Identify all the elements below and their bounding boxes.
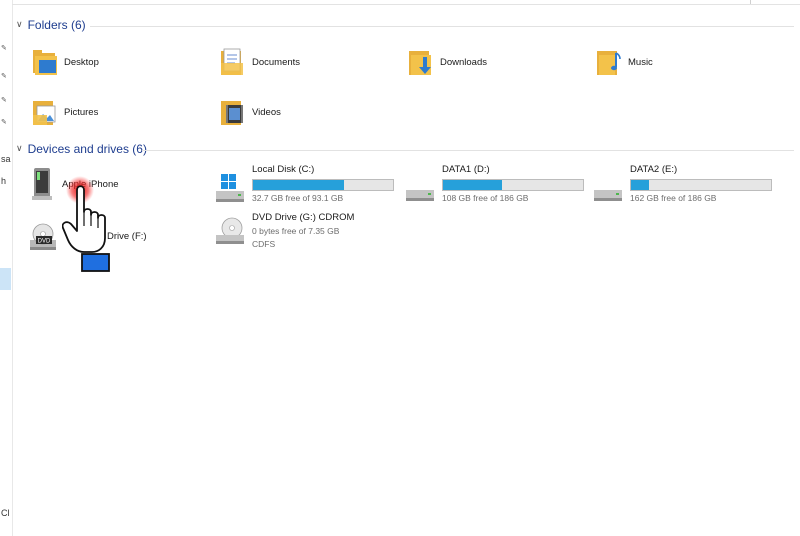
sidebar-fragment[interactable]: h — [1, 176, 6, 186]
sidebar-fragment[interactable]: sa — [1, 154, 11, 164]
drive-usage-fill — [443, 180, 502, 190]
pin-icon[interactable]: ✎ — [1, 118, 7, 126]
dvd-drive-icon: DVD — [30, 223, 56, 250]
drive-name: DATA1 (D:) — [442, 164, 490, 175]
folders-group-title: Folders (6) — [27, 18, 86, 32]
drive-free-space: 32.7 GB free of 93.1 GB — [252, 193, 344, 203]
devices-group-title: Devices and drives (6) — [27, 142, 147, 156]
desktop-folder-icon — [33, 50, 57, 75]
drive-info: DVD Drive (G:) CDROM 0 bytes free of 7.3… — [252, 212, 354, 250]
drive-data1-d[interactable]: DATA1 (D:) 108 GB free of 186 GB — [404, 164, 584, 204]
pictures-folder-icon — [33, 101, 56, 125]
drive-filesystem: CDFS — [252, 239, 276, 249]
drive-usage-bar — [252, 179, 394, 191]
iphone-device-icon — [32, 168, 52, 200]
drive-name: Local Disk (C:) — [252, 164, 315, 175]
folder-label: Music — [628, 56, 653, 68]
drive-free-space: 108 GB free of 186 GB — [442, 193, 529, 203]
pin-icon[interactable]: ✎ — [1, 96, 7, 104]
devices-group-header[interactable]: ∨ Devices and drives (6) — [16, 140, 147, 158]
sidebar-fragment[interactable]: Cl — [1, 508, 10, 518]
folder-music[interactable]: Music — [596, 42, 653, 82]
folder-label: Desktop — [64, 56, 99, 68]
windows-disk-icon — [216, 174, 244, 202]
folder-documents[interactable]: Documents — [220, 42, 300, 82]
drive-name: DVD Drive (G:) CDROM — [252, 212, 355, 223]
drive-dvd-g-cdrom[interactable]: DVD Drive (G:) CDROM 0 bytes free of 7.3… — [214, 212, 354, 250]
drive-free-space: 0 bytes free of 7.35 GB — [252, 226, 340, 236]
chevron-down-icon: ∨ — [16, 142, 23, 153]
folder-label: Videos — [252, 106, 281, 118]
hard-drive-icon — [406, 190, 434, 201]
drive-info: Local Disk (C:) 32.7 GB free of 93.1 GB — [252, 164, 394, 204]
hard-drive-icon — [594, 190, 622, 201]
sidebar-selected-item[interactable] — [0, 268, 11, 290]
drive-data2-e[interactable]: DATA2 (E:) 162 GB free of 186 GB — [592, 164, 772, 204]
drive-usage-bar — [442, 179, 584, 191]
documents-folder-icon — [221, 48, 243, 75]
folder-label: Pictures — [64, 106, 99, 118]
group-divider — [142, 150, 794, 151]
drive-usage-bar — [630, 179, 772, 191]
navigation-pane-edge: ✎ ✎ ✎ ✎ sa h Cl — [0, 0, 13, 536]
folder-label: Documents — [252, 56, 301, 68]
drive-info: DATA2 (E:) 162 GB free of 186 GB — [630, 164, 772, 204]
pointing-hand-cursor-icon — [62, 176, 110, 272]
downloads-folder-icon — [409, 51, 431, 75]
pin-icon[interactable]: ✎ — [1, 72, 7, 80]
drive-free-space: 162 GB free of 186 GB — [630, 193, 717, 203]
drive-info: DATA1 (D:) 108 GB free of 186 GB — [442, 164, 584, 204]
toolbar-edge — [12, 0, 800, 5]
drive-usage-fill — [253, 180, 344, 190]
folder-downloads[interactable]: Downloads — [408, 42, 487, 82]
folders-group-header[interactable]: ∨ Folders (6) — [16, 16, 86, 34]
folder-pictures[interactable]: Pictures — [32, 92, 98, 132]
drive-name: DATA2 (E:) — [630, 164, 678, 175]
videos-folder-icon — [221, 101, 243, 125]
folder-label: Downloads — [440, 56, 487, 68]
cd-drive-icon — [216, 217, 244, 244]
music-folder-icon — [597, 51, 621, 75]
drive-usage-fill — [631, 180, 650, 190]
group-divider — [90, 26, 794, 27]
chevron-down-icon: ∨ — [16, 18, 23, 29]
drive-local-disk-c[interactable]: Local Disk (C:) 32.7 GB free of 93.1 GB — [214, 164, 394, 204]
pin-icon[interactable]: ✎ — [1, 44, 7, 52]
folder-videos[interactable]: Videos — [220, 92, 281, 132]
svg-text:DVD: DVD — [38, 239, 51, 245]
folder-desktop[interactable]: Desktop — [32, 42, 99, 82]
